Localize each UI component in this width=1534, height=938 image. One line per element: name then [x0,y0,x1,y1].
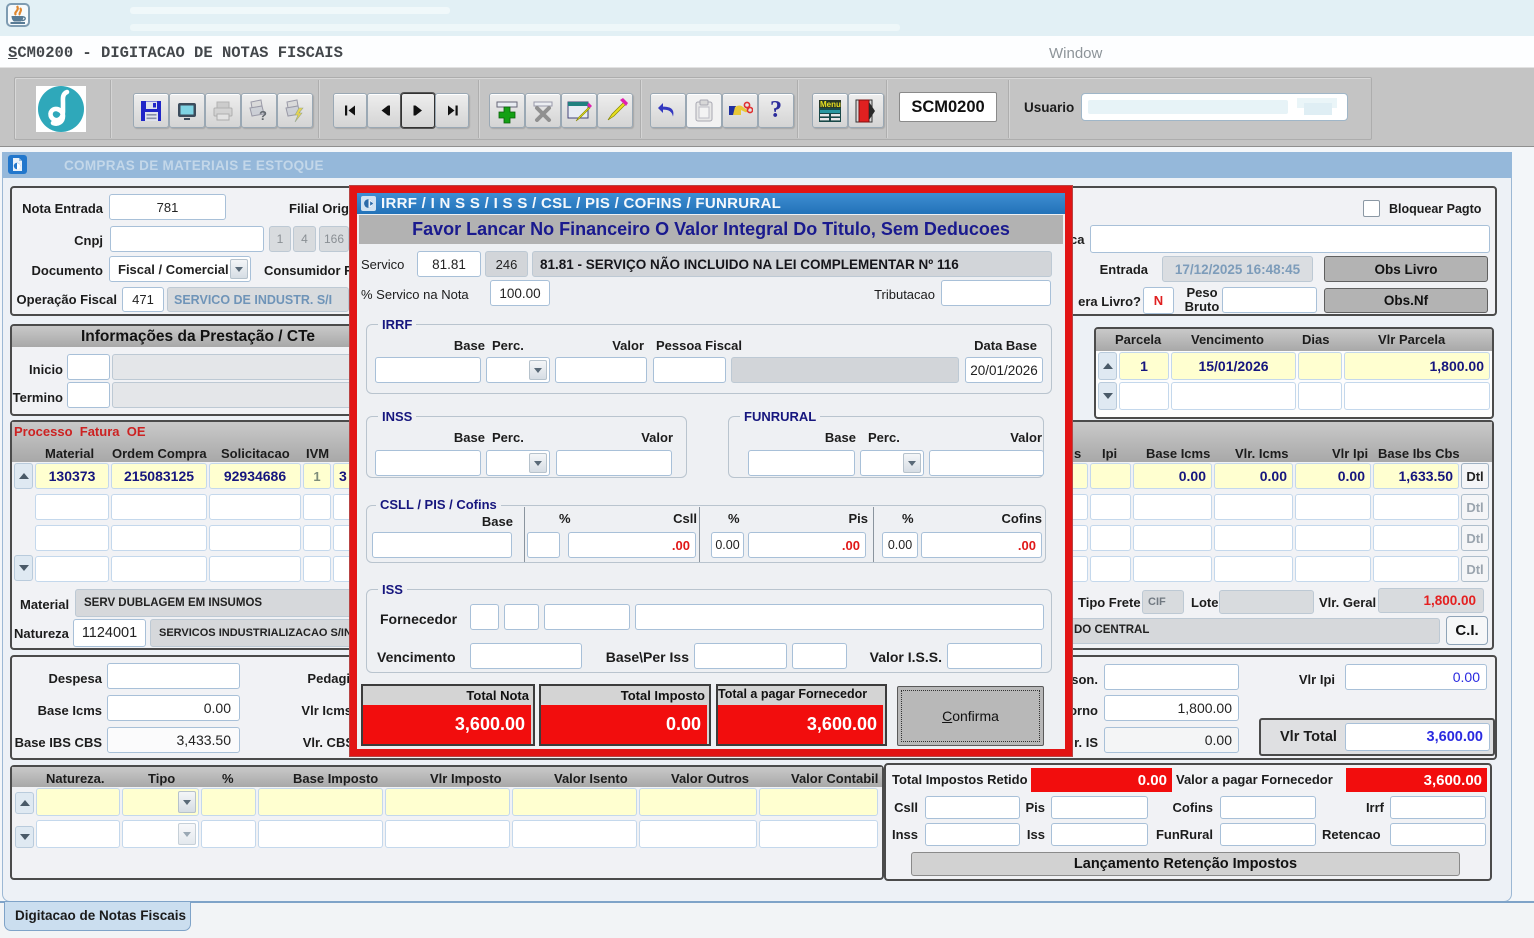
svg-text:?: ? [259,108,267,123]
svg-text:Menu: Menu [820,100,841,109]
